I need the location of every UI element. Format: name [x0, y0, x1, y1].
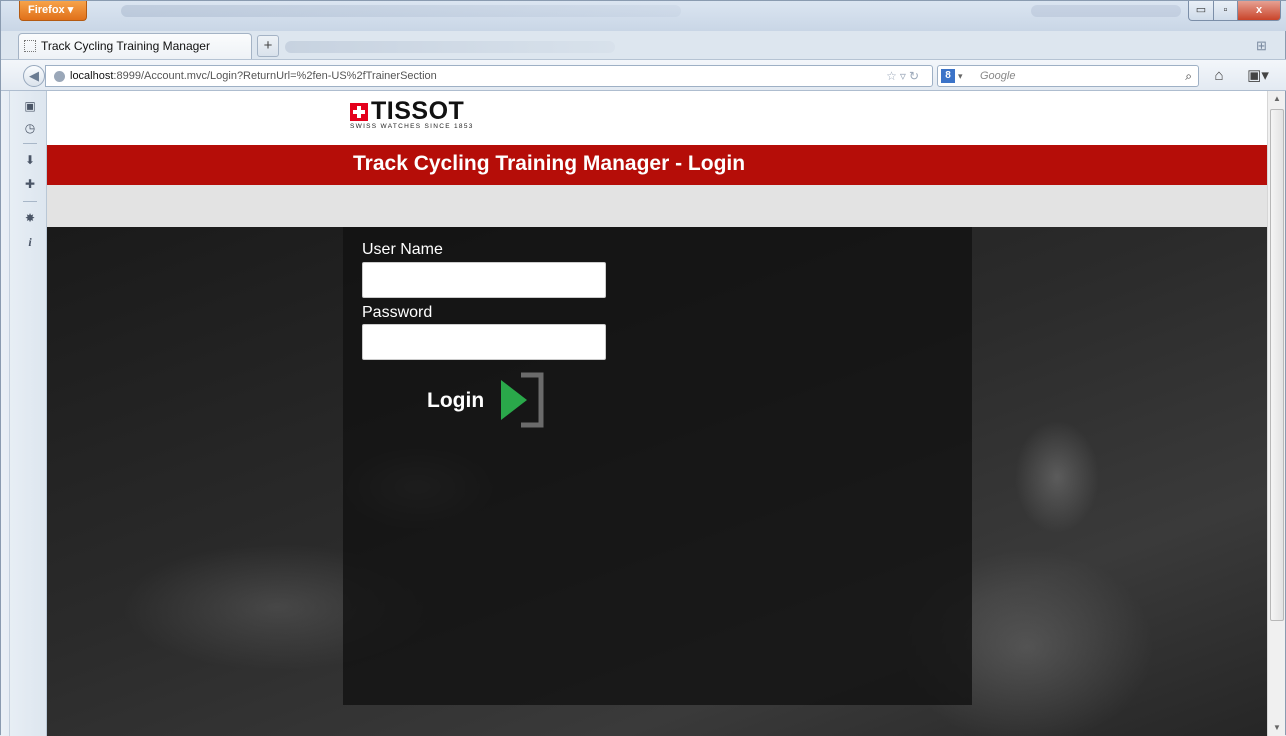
- back-arrow-icon[interactable]: ◀: [23, 65, 45, 87]
- close-button[interactable]: x: [1237, 1, 1281, 21]
- sidebar-separator: [23, 201, 37, 202]
- login-panel: User Name Password Login: [343, 227, 972, 705]
- scroll-up-arrow-icon[interactable]: ▲: [1268, 91, 1286, 107]
- cycling-background-photo: User Name Password Login: [47, 227, 1267, 736]
- info-icon[interactable]: i: [21, 233, 39, 251]
- vertical-scrollbar[interactable]: ▲ ▼: [1267, 91, 1285, 736]
- sidebar-splitter[interactable]: [9, 91, 10, 736]
- username-field[interactable]: [362, 262, 606, 298]
- site-identity-icon[interactable]: [54, 71, 65, 82]
- sidebar-separator: [23, 143, 37, 144]
- header-bar: Track Cycling Training Manager - Login: [47, 145, 1267, 185]
- url-host: localhost: [70, 70, 114, 82]
- firefox-menu-button[interactable]: Firefox ▾: [19, 1, 87, 21]
- subheader-bar: [47, 185, 1267, 227]
- password-label: Password: [362, 304, 433, 321]
- scrollbar-thumb[interactable]: [1270, 109, 1284, 621]
- url-path: :8999/Account.mvc/Login?ReturnUrl=%2fen-…: [113, 70, 437, 82]
- bookmarks-menu-icon[interactable]: ▣▾: [1241, 66, 1275, 86]
- username-label: User Name: [362, 241, 443, 258]
- tab-active[interactable]: Track Cycling Training Manager: [18, 33, 252, 59]
- login-button-label: Login: [427, 389, 485, 412]
- login-door-arrow-icon: [501, 372, 544, 428]
- search-engine-dropdown-icon[interactable]: ▾: [958, 66, 963, 86]
- bookmarks-icon[interactable]: ▣: [21, 97, 39, 115]
- search-placeholder: Google: [980, 70, 1016, 82]
- navigation-bar: ◀ localhost:8999/Account.mvc/Login?Retur…: [1, 59, 1286, 91]
- blurred-background-search: [1031, 5, 1181, 17]
- home-icon[interactable]: ⌂: [1209, 66, 1229, 86]
- scroll-down-arrow-icon[interactable]: ▼: [1268, 720, 1286, 736]
- bookmark-star-icon[interactable]: ☆▿↻: [886, 66, 922, 86]
- swiss-cross-icon: [350, 103, 368, 121]
- tab-title: Track Cycling Training Manager: [41, 39, 210, 53]
- logo-wordmark: TISSOT: [371, 97, 465, 125]
- web-developer-icon[interactable]: ✸: [21, 209, 39, 227]
- downloads-icon[interactable]: ⬇: [21, 151, 39, 169]
- blurred-background-bookmarks: [285, 41, 615, 53]
- password-field[interactable]: [362, 324, 606, 360]
- addons-icon[interactable]: ✚: [21, 175, 39, 193]
- sidebar-toolbar: ▣ ◷ ⬇ ✚ ✸ i: [1, 91, 47, 736]
- title-bar: Firefox ▾ ▭ ▫ x: [1, 1, 1286, 31]
- maximize-button[interactable]: ▫: [1213, 1, 1238, 21]
- url-bar[interactable]: localhost:8999/Account.mvc/Login?ReturnU…: [45, 65, 933, 87]
- browser-window: Firefox ▾ ▭ ▫ x Track Cycling Training M…: [0, 0, 1286, 736]
- new-tab-button[interactable]: +: [257, 35, 279, 57]
- search-engine-google-icon[interactable]: 8: [941, 69, 955, 83]
- search-input[interactable]: 8 ▾ Google ⌕: [937, 65, 1199, 87]
- minimize-button[interactable]: ▭: [1188, 1, 1214, 21]
- page-title: Track Cycling Training Manager - Login: [353, 152, 746, 175]
- logo-tagline: SWISS WATCHES SINCE 1853: [350, 123, 474, 130]
- blurred-background-toolbar: [121, 5, 681, 17]
- tab-groups-icon[interactable]: ⊞: [1256, 38, 1267, 54]
- page-favicon-icon: [24, 40, 36, 52]
- login-button[interactable]: Login: [427, 372, 547, 430]
- search-magnifier-icon[interactable]: ⌕: [1185, 66, 1192, 86]
- page-content: TISSOT SWISS WATCHES SINCE 1853 Track Cy…: [47, 91, 1267, 736]
- history-icon[interactable]: ◷: [21, 119, 39, 137]
